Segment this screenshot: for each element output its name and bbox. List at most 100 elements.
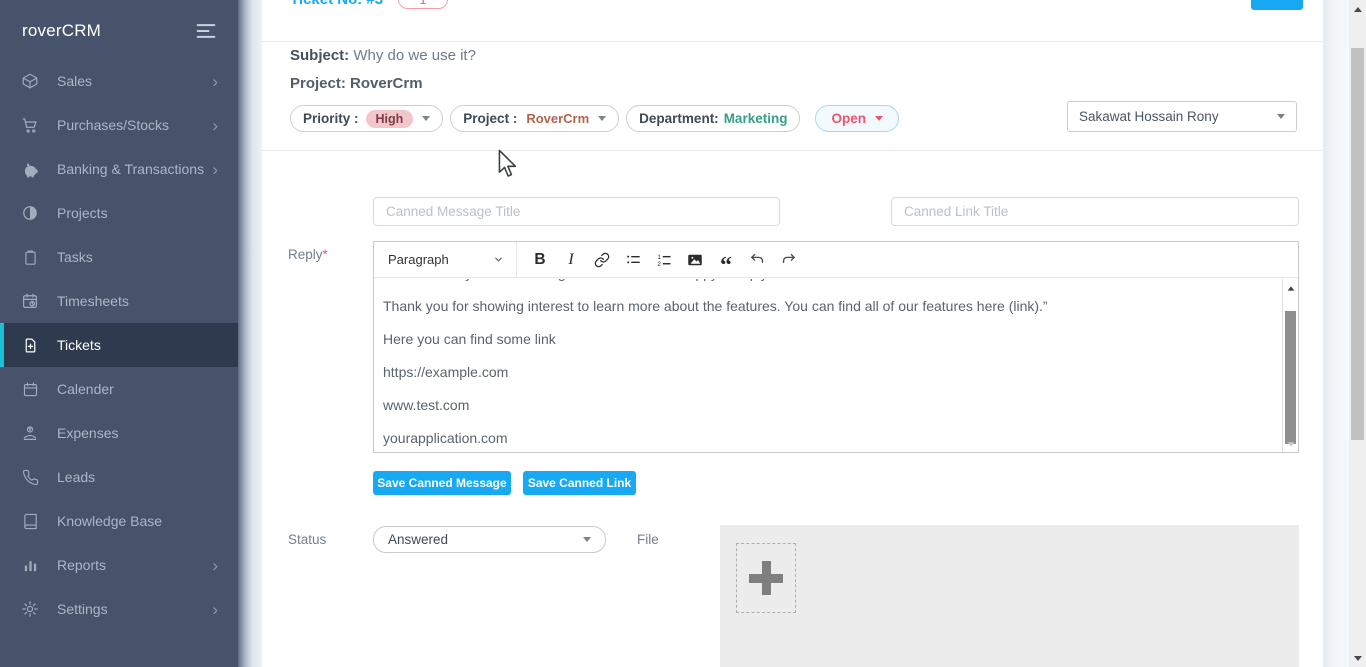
- chevron-right-icon: ›: [212, 557, 218, 574]
- svg-text:2: 2: [657, 261, 661, 268]
- page-scrollbar-thumb[interactable]: [1351, 48, 1364, 440]
- bar-chart-icon: [20, 555, 40, 575]
- scroll-down-arrow-icon[interactable]: [1283, 438, 1298, 450]
- sidebar: roverCRM Sales › Purchases/Stocks: [0, 0, 238, 667]
- reply-editor: Paragraph B I 12: [373, 241, 1299, 453]
- priority-badge: High: [366, 110, 414, 128]
- editor-scrollbar-thumb[interactable]: [1285, 311, 1296, 444]
- add-file-button[interactable]: [736, 543, 796, 613]
- editor-content[interactable]: Hello! Thank you for reaching out to us.…: [374, 279, 1282, 452]
- calendar-clock-icon: [20, 291, 40, 311]
- editor-paragraph: Thank you for showing interest to learn …: [383, 296, 1282, 316]
- editor-scrollbar[interactable]: [1282, 279, 1298, 452]
- toolbar-separator: [516, 242, 517, 278]
- sidebar-item-knowledge-base[interactable]: Knowledge Base: [0, 499, 238, 543]
- ticket-file-icon: [20, 335, 40, 355]
- chevron-down-icon: [493, 254, 504, 265]
- chevron-down-icon: [1277, 114, 1285, 119]
- book-icon: [20, 511, 40, 531]
- bold-button[interactable]: B: [525, 246, 555, 273]
- sidebar-item-purchases-stocks[interactable]: Purchases/Stocks ›: [0, 103, 238, 147]
- project-dropdown[interactable]: Project : RoverCrm: [450, 105, 619, 132]
- sidebar-item-label: Expenses: [57, 425, 118, 441]
- redo-button[interactable]: [773, 246, 803, 273]
- project-value: RoverCrm: [350, 75, 423, 92]
- save-canned-message-button[interactable]: Save Canned Message: [373, 471, 511, 495]
- save-canned-link-button[interactable]: Save Canned Link: [523, 471, 636, 495]
- blockquote-button[interactable]: “: [711, 246, 741, 273]
- assignee-select[interactable]: Sakawat Hossain Rony: [1067, 101, 1297, 132]
- editor-paragraph: yourapplication.com: [383, 428, 1282, 448]
- chevron-down-icon: [583, 537, 591, 542]
- chevron-right-icon: ›: [212, 73, 218, 90]
- sidebar-item-leads[interactable]: Leads: [0, 455, 238, 499]
- scroll-up-arrow-icon[interactable]: [1283, 282, 1298, 294]
- numbered-list-button[interactable]: 12: [649, 246, 679, 273]
- paragraph-style-dropdown[interactable]: Paragraph: [388, 252, 504, 267]
- canned-link-title-input[interactable]: [891, 197, 1299, 226]
- sidebar-item-banking-transactions[interactable]: Banking & Transactions ›: [0, 147, 238, 191]
- sidebar-item-reports[interactable]: Reports ›: [0, 543, 238, 587]
- undo-icon: [749, 251, 766, 268]
- link-icon: [594, 252, 610, 268]
- sidebar-item-tasks[interactable]: Tasks: [0, 235, 238, 279]
- piggy-bank-icon: [20, 159, 40, 179]
- sidebar-item-expenses[interactable]: Expenses: [0, 411, 238, 455]
- link-button[interactable]: [587, 246, 617, 273]
- subject-value: Why do we use it?: [353, 47, 476, 64]
- sidebar-item-calender[interactable]: Calender: [0, 367, 238, 411]
- department-value: Marketing: [724, 111, 788, 126]
- project-pill-value: RoverCrm: [526, 111, 589, 126]
- canned-message-title-input[interactable]: [373, 197, 780, 226]
- sidebar-item-timesheets[interactable]: Timesheets: [0, 279, 238, 323]
- app-root: roverCRM Sales › Purchases/Stocks: [0, 0, 1366, 667]
- ticket-header: Ticket No: #3 1: [262, 0, 1323, 42]
- sidebar-item-label: Timesheets: [57, 293, 129, 309]
- department-pill: Department: Marketing: [626, 105, 800, 132]
- priority-dropdown[interactable]: Priority : High: [290, 105, 443, 132]
- ticket-status-dropdown[interactable]: Open: [815, 105, 899, 132]
- section-divider: [262, 150, 1323, 151]
- sidebar-item-settings[interactable]: Settings ›: [0, 587, 238, 631]
- chevron-right-icon: ›: [212, 161, 218, 178]
- required-asterisk: *: [323, 247, 328, 262]
- status-select[interactable]: Answered: [373, 526, 606, 553]
- ticket-status-value: Open: [831, 111, 866, 126]
- insert-image-button[interactable]: [680, 246, 710, 273]
- chevron-right-icon: ›: [212, 601, 218, 618]
- sidebar-item-label: Banking & Transactions: [57, 161, 204, 177]
- department-label: Department:: [639, 111, 719, 126]
- editor-paragraph: Hello! Thank you for reaching out to us.…: [383, 279, 1282, 283]
- sidebar-item-label: Sales: [57, 73, 92, 89]
- scroll-down-arrow-icon[interactable]: [1349, 651, 1366, 665]
- toolbar-buttons: B I 12 “: [525, 246, 803, 273]
- scroll-up-arrow-icon[interactable]: [1349, 2, 1366, 16]
- sidebar-item-label: Purchases/Stocks: [57, 117, 169, 133]
- calendar-icon: [20, 379, 40, 399]
- sidebar-nav: Sales › Purchases/Stocks › Banking & Tra…: [0, 59, 238, 631]
- page-scrollbar[interactable]: [1349, 0, 1366, 667]
- reply-label: Reply*: [288, 247, 328, 262]
- gear-icon: [20, 599, 40, 619]
- sidebar-item-tickets[interactable]: Tickets: [0, 323, 238, 367]
- bulleted-list-button[interactable]: [618, 246, 648, 273]
- editor-paragraph: Here you can find some link: [383, 329, 1282, 349]
- sidebar-item-projects[interactable]: Projects: [0, 191, 238, 235]
- bulleted-list-icon: [625, 251, 642, 268]
- cart-icon: [20, 115, 40, 135]
- primary-action-button[interactable]: [1251, 0, 1303, 10]
- redo-icon: [780, 251, 797, 268]
- sidebar-item-sales[interactable]: Sales ›: [0, 59, 238, 103]
- app-logo: roverCRM: [22, 21, 101, 41]
- sidebar-item-label: Tickets: [57, 337, 101, 353]
- file-label: File: [637, 532, 659, 547]
- italic-button[interactable]: I: [556, 246, 586, 273]
- sidebar-item-label: Calender: [57, 381, 114, 397]
- undo-button[interactable]: [742, 246, 772, 273]
- sidebar-item-label: Tasks: [57, 249, 93, 265]
- hand-coin-icon: [20, 423, 40, 443]
- sidebar-header: roverCRM: [0, 0, 238, 62]
- status-value: Answered: [388, 532, 448, 547]
- clipboard-icon: [20, 247, 40, 267]
- hamburger-menu-icon[interactable]: [196, 23, 216, 39]
